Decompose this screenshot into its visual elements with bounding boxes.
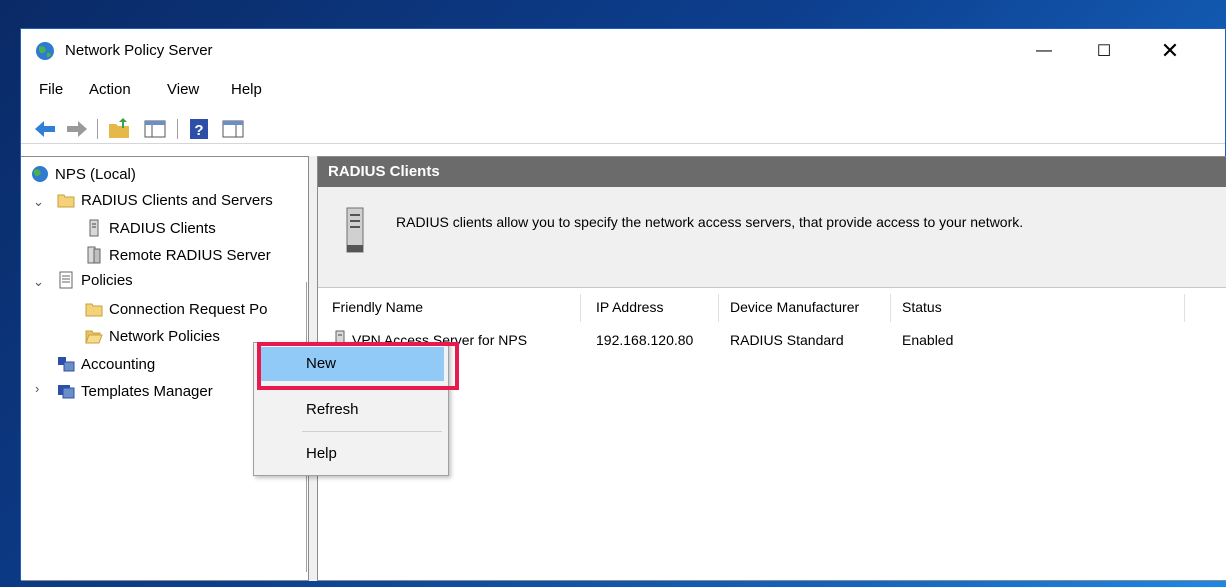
column-header-ip-address[interactable]: IP Address <box>596 299 663 315</box>
menu-help[interactable]: Help <box>231 81 262 98</box>
menu-action[interactable]: Action <box>89 81 131 98</box>
policy-document-icon <box>59 271 73 289</box>
svg-text:?: ? <box>194 122 203 139</box>
nps-window: Network Policy Server — ☐ ✕ File Action … <box>20 28 1226 581</box>
help-icon[interactable]: ? <box>187 118 211 140</box>
server-group-icon <box>87 246 101 264</box>
annotation-highlight-box <box>257 342 459 390</box>
templates-icon <box>58 385 75 399</box>
menu-file[interactable]: File <box>39 81 63 98</box>
column-header-friendly-name[interactable]: Friendly Name <box>332 299 423 315</box>
tree-node-policies[interactable]: Policies <box>57 271 133 289</box>
tree-node-network-policies[interactable]: Network Policies <box>85 327 220 345</box>
content-header: RADIUS Clients <box>318 157 1226 187</box>
nps-globe-icon <box>32 166 48 182</box>
cell-status: Enabled <box>902 332 954 348</box>
cell-ip-address: 192.168.120.80 <box>596 332 694 348</box>
chevron-down-icon[interactable]: ⌄ <box>33 194 44 210</box>
maximize-button[interactable]: ☐ <box>1081 29 1127 73</box>
forward-arrow-icon[interactable] <box>65 118 89 140</box>
tree-node-radius-clients[interactable]: RADIUS Clients <box>85 219 216 237</box>
context-menu-help[interactable]: Help <box>258 437 444 471</box>
tree-node-remote-radius-server[interactable]: Remote RADIUS Server <box>85 246 271 264</box>
tree-node-templates-manager[interactable]: Templates Manager <box>57 382 213 400</box>
tree-node-connection-request[interactable]: Connection Request Po <box>85 300 267 318</box>
minimize-button[interactable]: — <box>1021 29 1067 73</box>
menu-bar: File Action View Help <box>21 77 1225 103</box>
back-arrow-icon[interactable] <box>33 118 57 140</box>
open-folder-icon <box>85 330 103 344</box>
up-folder-icon[interactable] <box>107 118 131 140</box>
tree-node-nps-local[interactable]: NPS (Local) <box>31 165 136 183</box>
folder-icon <box>57 194 75 208</box>
show-hide-tree-icon[interactable] <box>143 118 167 140</box>
menu-view[interactable]: View <box>167 81 199 98</box>
window-title: Network Policy Server <box>65 42 213 59</box>
server-tower-icon <box>346 207 364 253</box>
column-header-device-manufacturer[interactable]: Device Manufacturer <box>730 299 859 315</box>
chevron-right-icon[interactable]: › <box>35 381 39 396</box>
description-text: RADIUS clients allow you to specify the … <box>396 214 1024 230</box>
tree-node-accounting[interactable]: Accounting <box>57 355 155 373</box>
title-bar[interactable]: Network Policy Server — ☐ ✕ <box>21 29 1225 73</box>
nps-globe-icon <box>36 42 54 60</box>
accounting-icon <box>58 357 75 372</box>
close-button[interactable]: ✕ <box>1147 29 1193 73</box>
cell-device-manufacturer: RADIUS Standard <box>730 332 844 348</box>
chevron-down-icon[interactable]: ⌄ <box>33 274 44 290</box>
column-header-status[interactable]: Status <box>902 299 942 315</box>
folder-icon <box>85 303 103 317</box>
tree-node-radius-clients-servers[interactable]: RADIUS Clients and Servers <box>57 191 273 209</box>
context-menu-refresh[interactable]: Refresh <box>258 393 444 427</box>
server-icon <box>89 219 99 237</box>
description-box: RADIUS clients allow you to specify the … <box>318 187 1226 288</box>
show-action-pane-icon[interactable] <box>221 118 245 140</box>
toolbar: ? <box>21 109 1225 144</box>
